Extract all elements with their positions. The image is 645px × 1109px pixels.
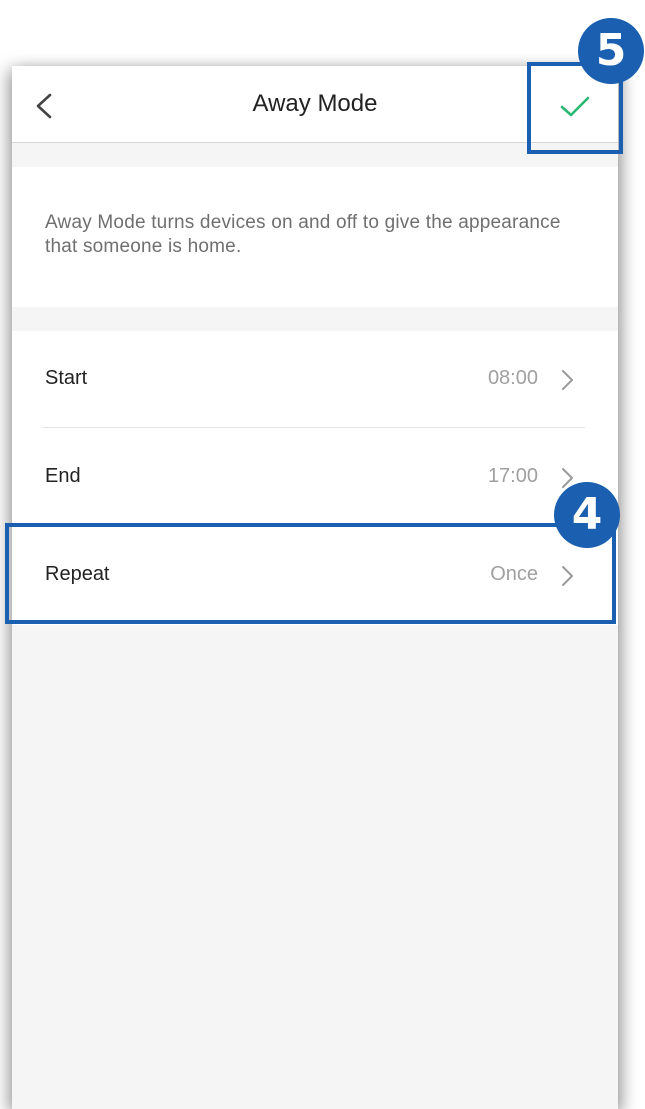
row-divider [43, 427, 585, 428]
chevron-right-icon [562, 370, 573, 390]
description-card: Away Mode turns devices on and off to gi… [12, 167, 618, 307]
repeat-highlight-box [5, 523, 616, 624]
step-badge-5: 5 [578, 18, 644, 84]
end-value: 17:00 [487, 465, 538, 487]
start-value: 08:00 [487, 367, 538, 389]
end-row[interactable]: End 17:00 [12, 429, 618, 526]
end-label: End [45, 465, 81, 487]
step-badge-4: 4 [554, 482, 620, 548]
description-text: Away Mode turns devices on and off to gi… [45, 212, 561, 257]
start-label: Start [45, 367, 88, 389]
start-row[interactable]: Start 08:00 [12, 331, 618, 428]
